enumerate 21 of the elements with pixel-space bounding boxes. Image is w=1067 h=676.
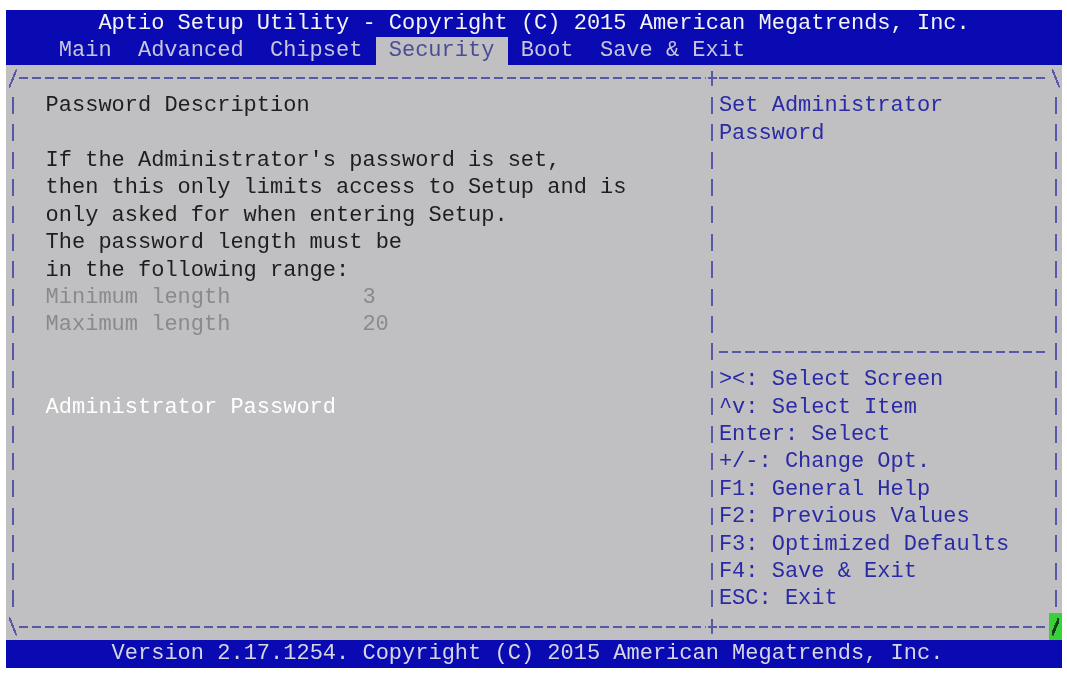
version-text: Version 2.17.1254. Copyright (C) 2015 American Megatrends, Inc. (111, 641, 944, 667)
menu-tab[interactable]: Advanced (124, 37, 257, 65)
menu-tab[interactable]: Chipset (256, 37, 376, 65)
key-hint: +/-: Change Opt. (718, 448, 931, 476)
key-hint: ^v: Select Item (718, 393, 917, 421)
menu-tab[interactable]: Security (375, 37, 508, 65)
menu-tab[interactable]: Boot (507, 37, 587, 65)
help-text: Set Administrator Password (718, 92, 945, 147)
key-hint: ><: Select Screen (718, 366, 944, 394)
window-title: Aptio Setup Utility - Copyright (C) 2015 American Megatrends, Inc. (98, 11, 970, 36)
key-hint: Enter: Select (718, 420, 891, 449)
key-hint: F3: Optimized Defaults (718, 530, 1010, 558)
key-hint: F4: Save & Exit (718, 558, 917, 586)
key-hint: F2: Previous Values (718, 503, 970, 531)
section-heading: Password Description (45, 92, 310, 120)
cursor-icon (1048, 612, 1063, 641)
key-hint: F1: General Help (718, 475, 931, 504)
key-hint: ESC: Exit (718, 585, 838, 613)
menu-tab[interactable]: Main (45, 37, 125, 65)
menu-tab[interactable]: Save & Exit (586, 37, 759, 65)
description-text: If the Administrator's password is set, then this only limits access to Setup and is only asked for when entering Setup. The password length must be in the following range: (45, 146, 627, 284)
